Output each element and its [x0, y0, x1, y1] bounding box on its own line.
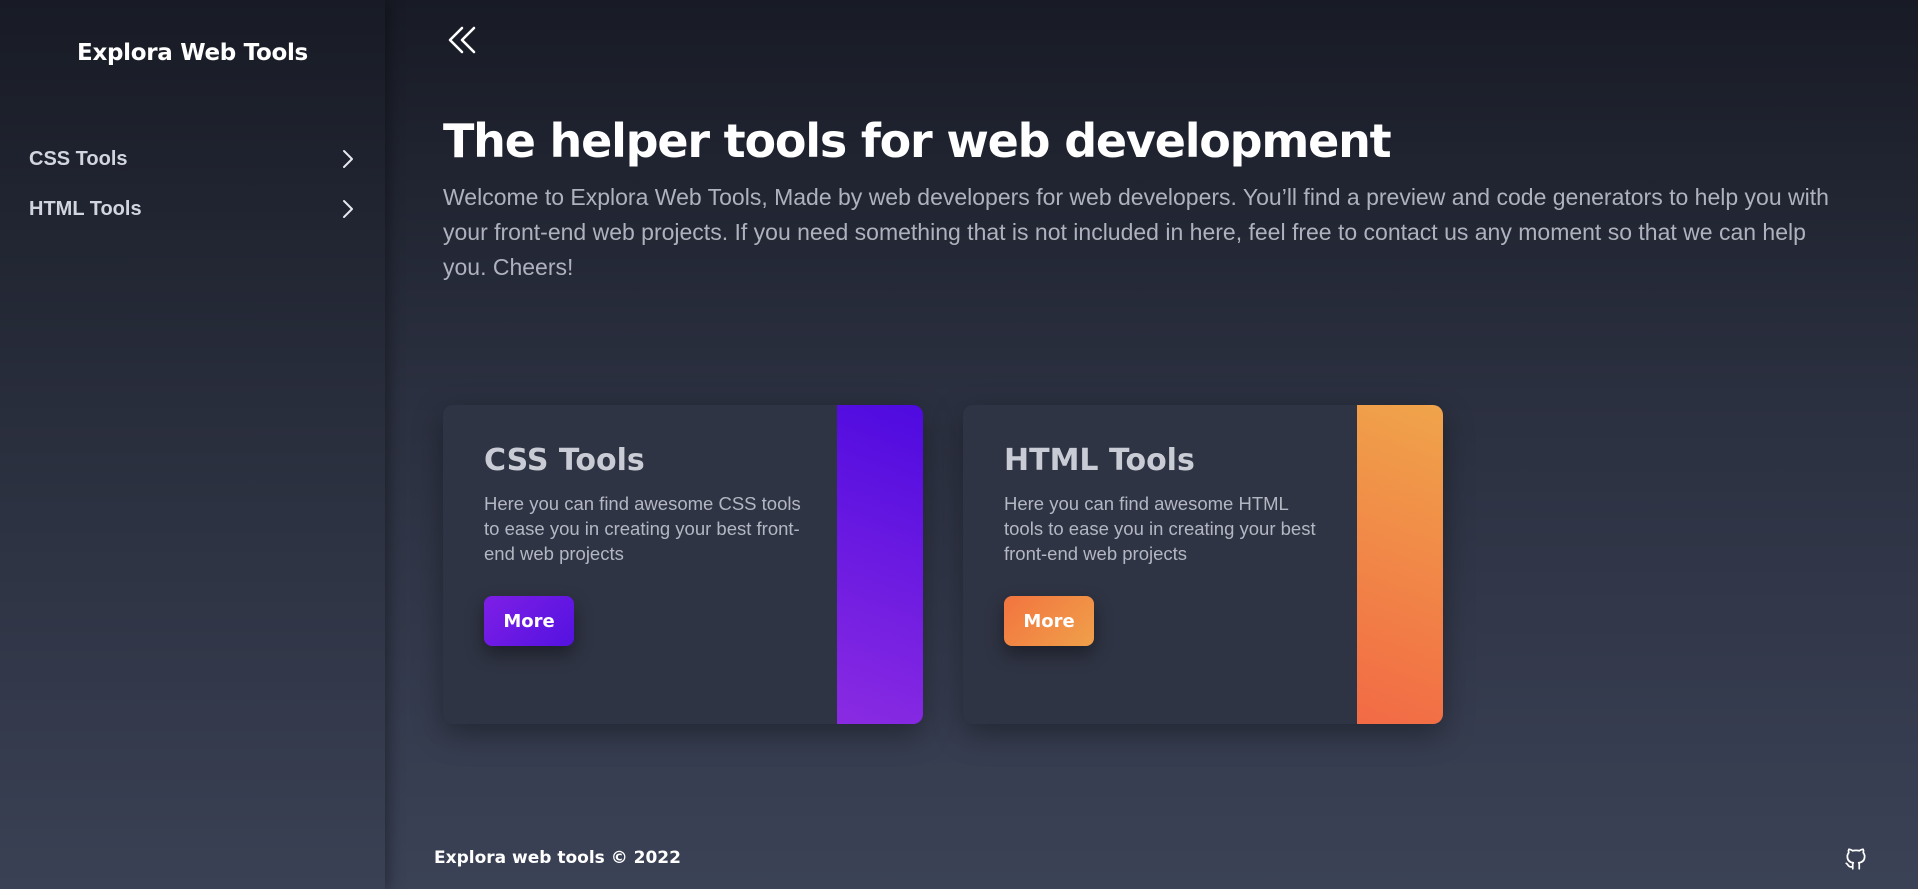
page-title: The helper tools for web development — [443, 114, 1392, 168]
card-accent-stripe — [1357, 405, 1443, 724]
sidebar-item-html-tools[interactable]: HTML Tools — [29, 191, 355, 227]
card-title: HTML Tools — [1004, 443, 1195, 478]
sidebar-item-label: CSS Tools — [29, 147, 128, 170]
double-chevron-left-icon[interactable] — [445, 22, 481, 58]
more-button-html[interactable]: More — [1004, 596, 1094, 646]
card-accent-stripe — [837, 405, 923, 724]
card-title: CSS Tools — [484, 443, 645, 478]
github-icon[interactable] — [1843, 846, 1869, 872]
sidebar-item-label: HTML Tools — [29, 197, 142, 220]
chevron-right-icon — [341, 199, 355, 219]
card-html-tools: HTML Tools Here you can find awesome HTM… — [963, 405, 1443, 724]
card-description: Here you can find awesome CSS tools to e… — [484, 493, 801, 564]
more-button-css[interactable]: More — [484, 596, 574, 646]
sidebar: Explora Web Tools CSS Tools HTML Tools — [0, 0, 385, 889]
page-description: Welcome to Explora Web Tools, Made by we… — [443, 184, 1829, 280]
card-description: Here you can find awesome HTML tools to … — [1004, 493, 1316, 564]
card-css-tools: CSS Tools Here you can find awesome CSS … — [443, 405, 923, 724]
footer-copyright: Explora web tools © 2022 — [434, 848, 681, 868]
chevron-right-icon — [341, 149, 355, 169]
brand-title[interactable]: Explora Web Tools — [0, 40, 385, 66]
sidebar-item-css-tools[interactable]: CSS Tools — [29, 141, 355, 177]
